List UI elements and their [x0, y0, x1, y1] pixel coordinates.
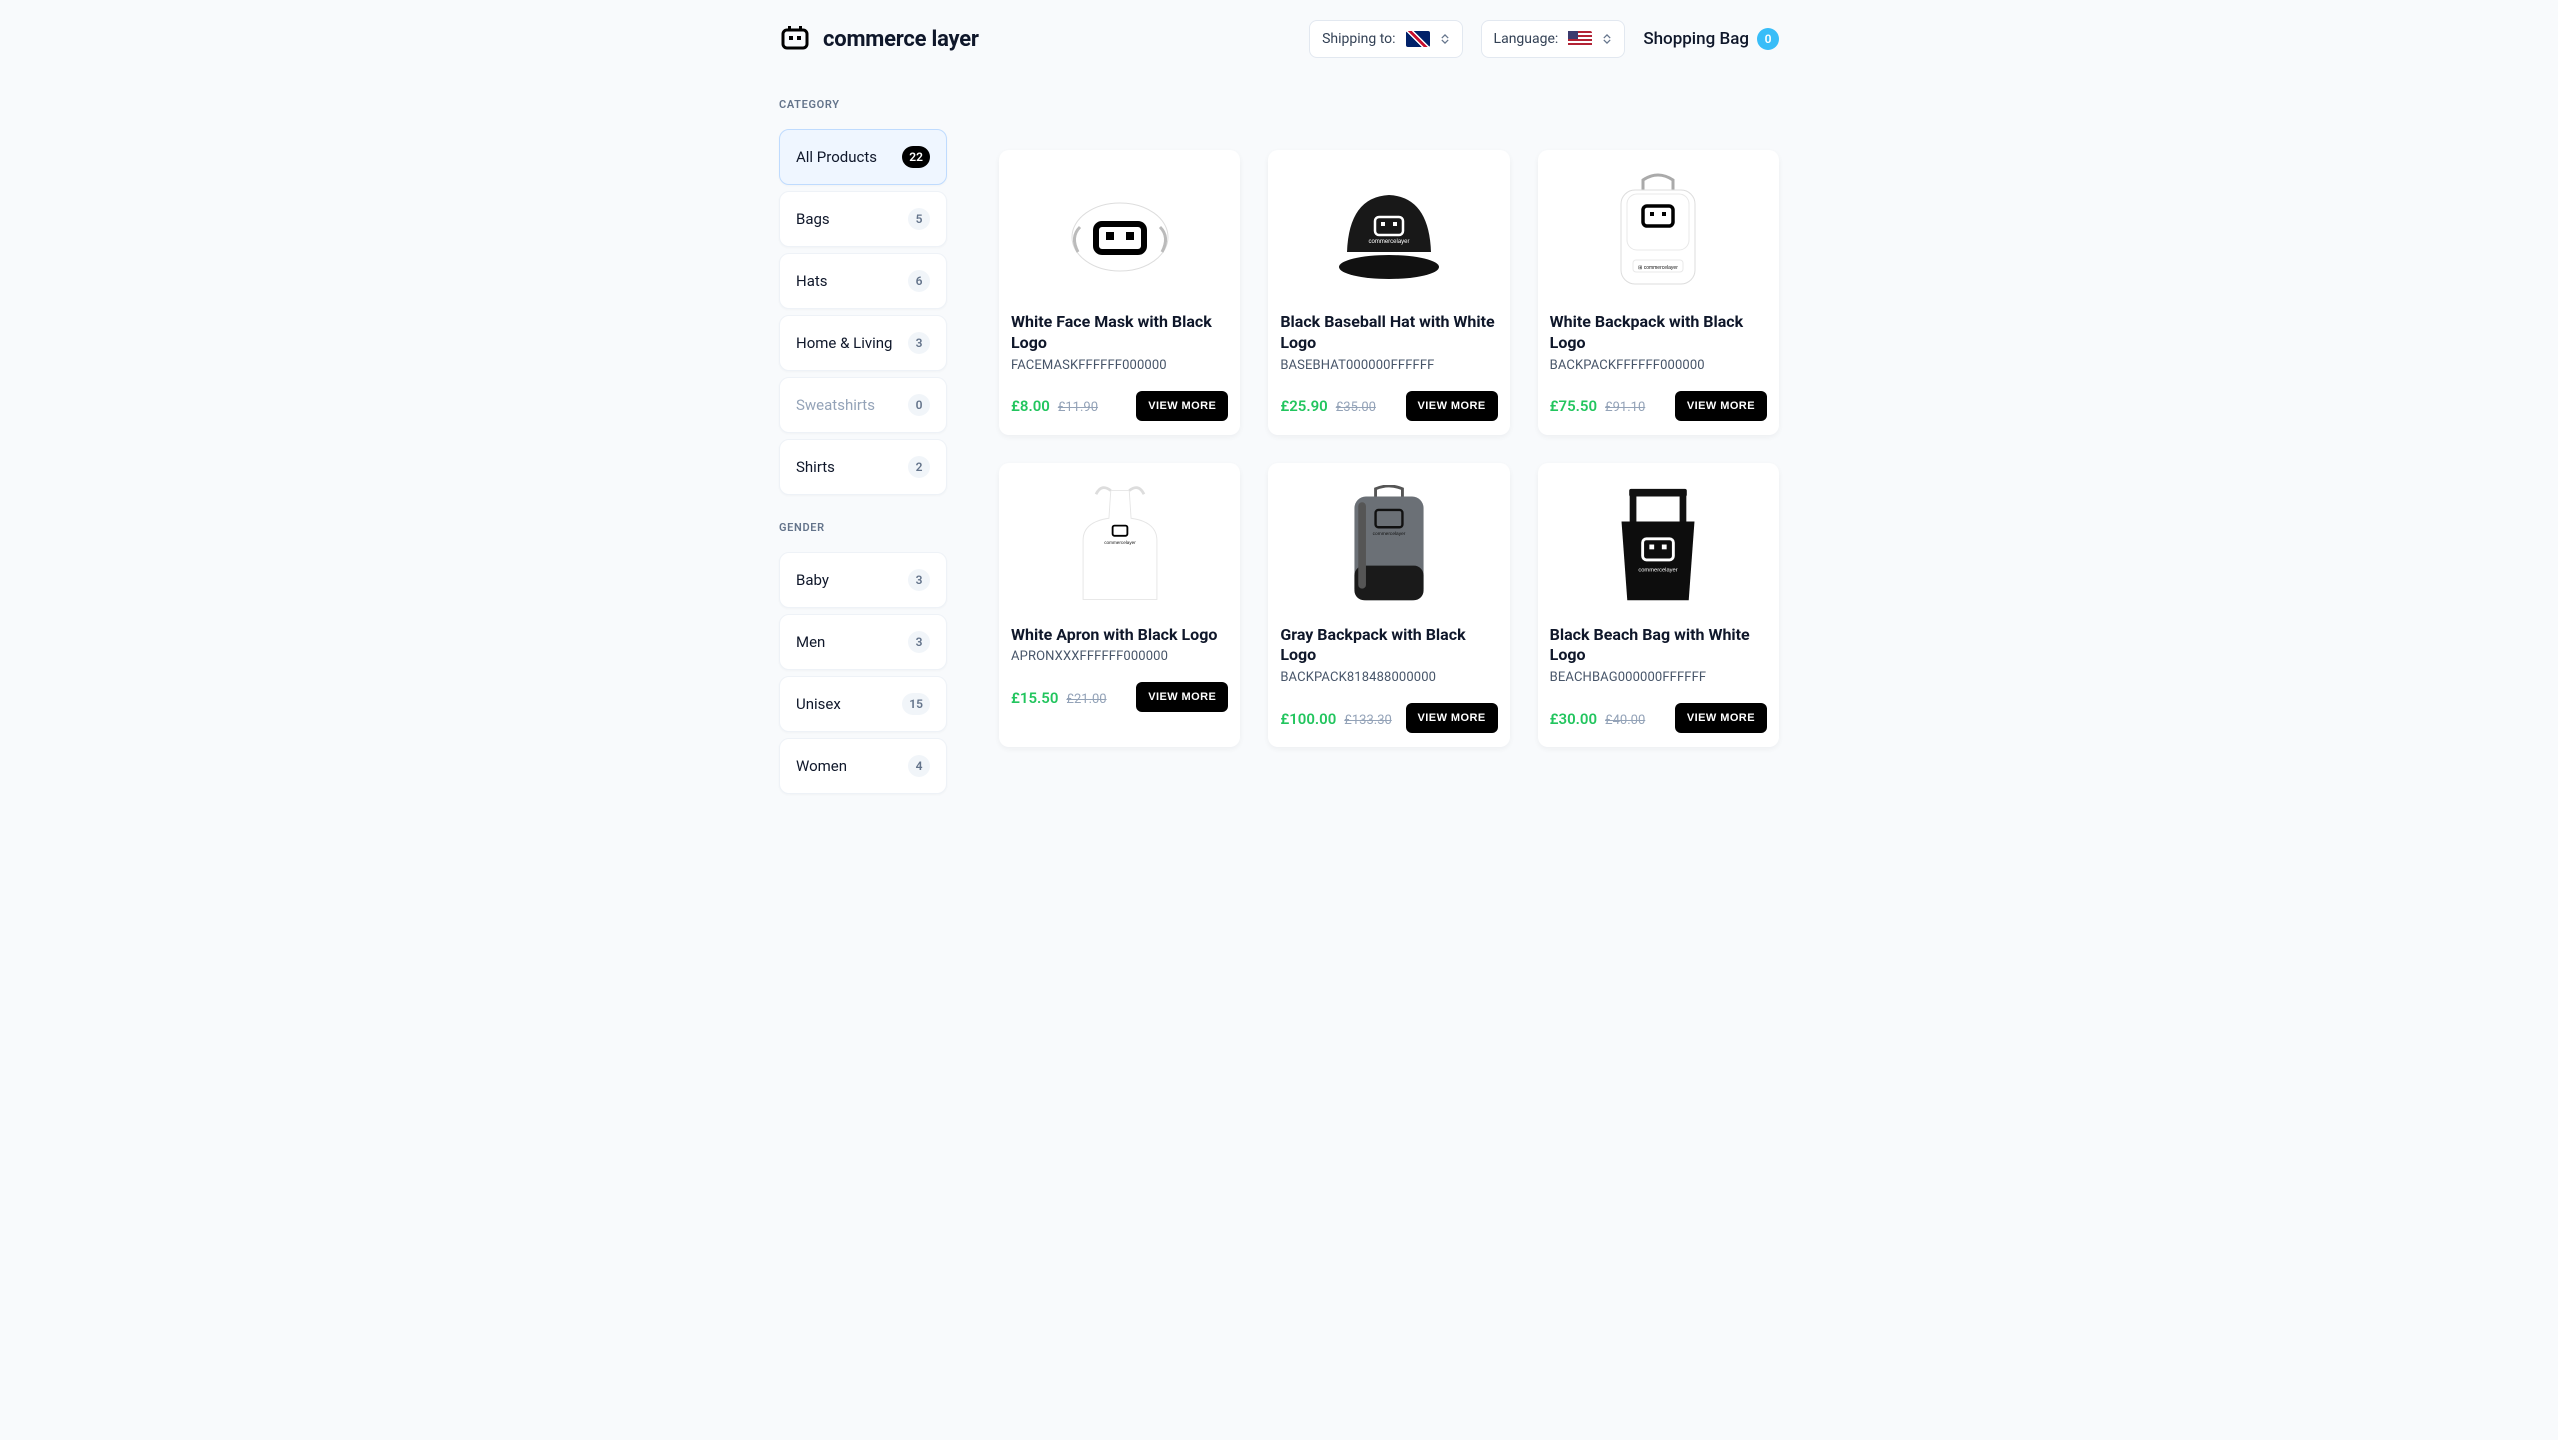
product-price: £75.50 £91.10: [1550, 396, 1646, 415]
product-card: commercelayer Gray Backpack with Black L…: [1268, 463, 1509, 748]
filter-label: All Products: [796, 148, 877, 166]
filter-count-badge: 5: [908, 208, 930, 230]
language-selector[interactable]: Language:: [1481, 20, 1626, 58]
filter-label: Women: [796, 757, 847, 775]
svg-text:commercelayer: commercelayer: [1373, 531, 1406, 537]
svg-text:commercelayer: commercelayer: [1639, 567, 1678, 573]
price-sale: £8.00: [1011, 397, 1050, 415]
product-sku: BACKPACKFFFFFF000000: [1550, 358, 1767, 373]
view-more-button[interactable]: VIEW MORE: [1406, 703, 1498, 733]
brand-logo-icon: [779, 23, 811, 55]
category-filter-item[interactable]: Shirts 2: [779, 439, 947, 495]
product-sku: BASEBHAT000000FFFFFF: [1280, 358, 1497, 373]
chevron-updown-icon: [1602, 32, 1612, 46]
product-title: White Apron with Black Logo: [1011, 625, 1228, 646]
product-image: [1011, 162, 1228, 302]
product-price: £25.90 £35.00: [1280, 396, 1376, 415]
flag-us-icon: [1568, 31, 1592, 47]
cart-count-badge: 0: [1757, 28, 1779, 50]
product-card: commercelayer White Apron with Black Log…: [999, 463, 1240, 748]
product-card: commercelayer Black Beach Bag with White…: [1538, 463, 1779, 748]
product-sku: APRONXXXFFFFFF000000: [1011, 649, 1228, 664]
price-original: £35.00: [1336, 400, 1376, 415]
price-original: £40.00: [1605, 713, 1645, 728]
product-price: £100.00 £133.30: [1280, 709, 1391, 728]
product-title: White Face Mask with Black Logo: [1011, 312, 1228, 354]
filter-label: Hats: [796, 272, 828, 290]
gender-filter-item[interactable]: Baby 3: [779, 552, 947, 608]
product-image: ⊞ commercelayer: [1550, 162, 1767, 302]
shopping-bag-link[interactable]: Shopping Bag 0: [1643, 28, 1779, 50]
product-price: £15.50 £21.00: [1011, 688, 1107, 707]
price-sale: £75.50: [1550, 397, 1597, 415]
filter-label: Baby: [796, 571, 829, 589]
svg-text:commercelayer: commercelayer: [1368, 239, 1409, 245]
category-heading: CATEGORY: [779, 98, 947, 111]
brand[interactable]: commerce layer: [779, 23, 979, 55]
product-title: Gray Backpack with Black Logo: [1280, 625, 1497, 667]
category-filter-item[interactable]: All Products 22: [779, 129, 947, 185]
category-filter-item[interactable]: Sweatshirts 0: [779, 377, 947, 433]
view-more-button[interactable]: VIEW MORE: [1675, 703, 1767, 733]
product-sku: BEACHBAG000000FFFFFF: [1550, 670, 1767, 685]
price-original: £11.90: [1058, 400, 1098, 415]
view-more-button[interactable]: VIEW MORE: [1136, 682, 1228, 712]
product-sku: BACKPACK818488000000: [1280, 670, 1497, 685]
product-price: £30.00 £40.00: [1550, 709, 1646, 728]
product-sku: FACEMASKFFFFFF000000: [1011, 358, 1228, 373]
view-more-button[interactable]: VIEW MORE: [1406, 391, 1498, 421]
category-filter-item[interactable]: Home & Living 3: [779, 315, 947, 371]
product-price: £8.00 £11.90: [1011, 396, 1098, 415]
product-card: commercelayer Black Baseball Hat with Wh…: [1268, 150, 1509, 435]
filter-count-badge: 3: [908, 332, 930, 354]
price-original: £21.00: [1066, 692, 1106, 707]
product-card: ⊞ commercelayer White Backpack with Blac…: [1538, 150, 1779, 435]
category-filter-item[interactable]: Bags 5: [779, 191, 947, 247]
cart-label: Shopping Bag: [1643, 29, 1749, 49]
product-image: commercelayer: [1280, 475, 1497, 615]
shipping-label: Shipping to:: [1322, 31, 1395, 47]
price-sale: £100.00: [1280, 710, 1336, 728]
category-filter-item[interactable]: Hats 6: [779, 253, 947, 309]
filter-count-badge: 3: [908, 569, 930, 591]
gender-heading: GENDER: [779, 521, 947, 534]
filter-count-badge: 22: [902, 146, 930, 168]
brand-name: commerce layer: [823, 27, 979, 52]
shipping-selector[interactable]: Shipping to:: [1309, 20, 1462, 58]
filter-count-badge: 0: [908, 394, 930, 416]
view-more-button[interactable]: VIEW MORE: [1136, 391, 1228, 421]
product-title: Black Beach Bag with White Logo: [1550, 625, 1767, 667]
gender-filter-item[interactable]: Women 4: [779, 738, 947, 794]
filter-label: Shirts: [796, 458, 835, 476]
filter-label: Home & Living: [796, 334, 892, 352]
price-original: £91.10: [1605, 400, 1645, 415]
filter-count-badge: 6: [908, 270, 930, 292]
product-image: commercelayer: [1550, 475, 1767, 615]
svg-text:commercelayer: commercelayer: [1104, 540, 1136, 545]
chevron-updown-icon: [1440, 32, 1450, 46]
filter-label: Bags: [796, 210, 830, 228]
product-card: White Face Mask with Black Logo FACEMASKF…: [999, 150, 1240, 435]
filter-count-badge: 4: [908, 755, 930, 777]
filter-count-badge: 15: [902, 693, 930, 715]
product-image: commercelayer: [1280, 162, 1497, 302]
gender-filter-item[interactable]: Men 3: [779, 614, 947, 670]
filter-label: Sweatshirts: [796, 396, 875, 414]
price-sale: £30.00: [1550, 710, 1597, 728]
product-image: commercelayer: [1011, 475, 1228, 615]
filter-label: Men: [796, 633, 825, 651]
gender-filter-item[interactable]: Unisex 15: [779, 676, 947, 732]
price-original: £133.30: [1344, 713, 1392, 728]
filter-count-badge: 2: [908, 456, 930, 478]
price-sale: £15.50: [1011, 689, 1058, 707]
view-more-button[interactable]: VIEW MORE: [1675, 391, 1767, 421]
filter-count-badge: 3: [908, 631, 930, 653]
price-sale: £25.90: [1280, 397, 1327, 415]
filter-label: Unisex: [796, 695, 841, 713]
flag-uk-icon: [1406, 31, 1430, 47]
language-label: Language:: [1494, 31, 1559, 47]
product-title: White Backpack with Black Logo: [1550, 312, 1767, 354]
svg-text:⊞ commercelayer: ⊞ commercelayer: [1638, 265, 1678, 271]
product-title: Black Baseball Hat with White Logo: [1280, 312, 1497, 354]
